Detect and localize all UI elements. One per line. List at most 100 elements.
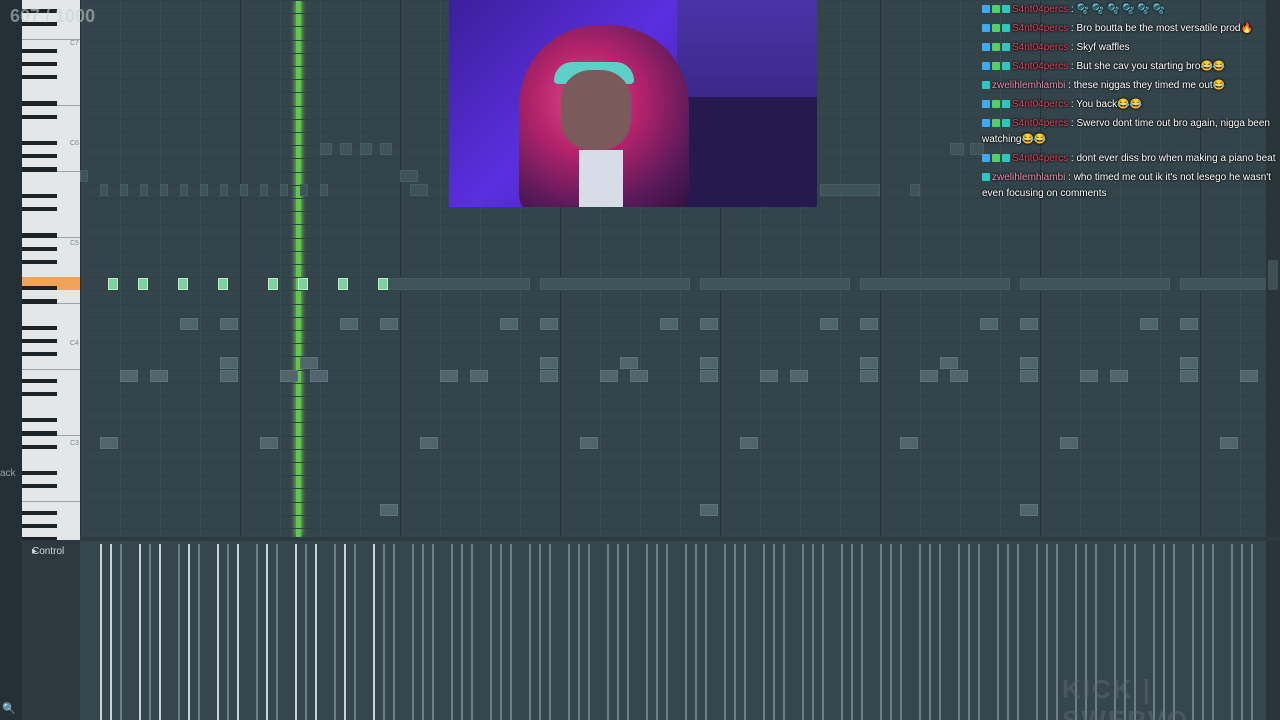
note[interactable] <box>700 370 718 382</box>
velocity-bar[interactable] <box>188 544 190 720</box>
velocity-bar[interactable] <box>178 544 180 720</box>
velocity-bar[interactable] <box>588 544 590 720</box>
note[interactable] <box>630 370 648 382</box>
velocity-bar[interactable] <box>773 544 775 720</box>
note[interactable] <box>860 278 1010 290</box>
velocity-bar[interactable] <box>656 544 658 720</box>
note[interactable] <box>910 184 920 196</box>
velocity-bar[interactable] <box>900 544 902 720</box>
piano-white-key[interactable] <box>22 79 80 94</box>
zoom-icon[interactable]: 🔍 <box>2 702 16 715</box>
velocity-bar[interactable] <box>919 544 921 720</box>
velocity-bar[interactable] <box>802 544 804 720</box>
note[interactable] <box>700 318 718 330</box>
selected-note[interactable] <box>108 278 118 290</box>
note[interactable] <box>1080 370 1098 382</box>
velocity-bar[interactable] <box>432 544 434 720</box>
note[interactable] <box>410 184 428 196</box>
note[interactable] <box>220 184 228 196</box>
velocity-bar[interactable] <box>666 544 668 720</box>
note[interactable] <box>1180 370 1198 382</box>
note[interactable] <box>80 170 88 182</box>
note[interactable] <box>580 437 598 449</box>
note[interactable] <box>320 143 332 155</box>
velocity-bar[interactable] <box>490 544 492 720</box>
piano-white-key[interactable] <box>22 118 80 133</box>
note[interactable] <box>340 143 352 155</box>
velocity-bar[interactable] <box>1036 544 1038 720</box>
note[interactable] <box>180 318 198 330</box>
note[interactable] <box>380 318 398 330</box>
velocity-bar[interactable] <box>334 544 336 720</box>
velocity-bar[interactable] <box>627 544 629 720</box>
chat-username[interactable]: S4nt04percs <box>1012 118 1068 129</box>
velocity-bar[interactable] <box>724 544 726 720</box>
note[interactable] <box>1020 318 1038 330</box>
velocity-bar[interactable] <box>227 544 229 720</box>
note[interactable] <box>500 318 518 330</box>
velocity-bar[interactable] <box>1017 544 1019 720</box>
note[interactable] <box>600 370 618 382</box>
velocity-bar[interactable] <box>1007 544 1009 720</box>
chat-username[interactable]: S4nt04percs <box>1012 153 1068 164</box>
velocity-bar[interactable] <box>890 544 892 720</box>
note[interactable] <box>860 370 878 382</box>
note[interactable] <box>380 504 398 516</box>
note[interactable] <box>320 184 328 196</box>
note[interactable] <box>150 370 168 382</box>
note[interactable] <box>100 184 108 196</box>
piano-white-key[interactable] <box>22 264 80 278</box>
note[interactable] <box>700 278 850 290</box>
chat-username[interactable]: S4nt04percs <box>1012 4 1068 15</box>
velocity-bar[interactable] <box>685 544 687 720</box>
velocity-bar[interactable] <box>1046 544 1048 720</box>
note[interactable] <box>180 184 188 196</box>
note[interactable] <box>380 278 530 290</box>
note[interactable] <box>310 370 328 382</box>
velocity-bar[interactable] <box>695 544 697 720</box>
piano-white-key[interactable] <box>22 171 80 186</box>
note[interactable] <box>300 357 318 369</box>
velocity-bar[interactable] <box>373 544 375 720</box>
note[interactable] <box>140 184 148 196</box>
piano-white-key[interactable] <box>22 448 80 463</box>
velocity-bar[interactable] <box>217 544 219 720</box>
velocity-bar[interactable] <box>978 544 980 720</box>
selected-note[interactable] <box>218 278 228 290</box>
note[interactable] <box>820 184 880 196</box>
velocity-bar[interactable] <box>578 544 580 720</box>
note[interactable] <box>400 170 418 182</box>
note[interactable] <box>920 370 938 382</box>
note[interactable] <box>280 370 298 382</box>
velocity-bar[interactable] <box>237 544 239 720</box>
note[interactable] <box>1020 278 1170 290</box>
chat-username[interactable]: S4nt04percs <box>1012 23 1068 34</box>
note[interactable] <box>120 370 138 382</box>
note[interactable] <box>540 318 558 330</box>
note[interactable] <box>540 357 558 369</box>
velocity-bar[interactable] <box>149 544 151 720</box>
selected-note[interactable] <box>378 278 388 290</box>
velocity-bar[interactable] <box>510 544 512 720</box>
velocity-bar[interactable] <box>383 544 385 720</box>
note[interactable] <box>950 370 968 382</box>
note[interactable] <box>700 504 718 516</box>
velocity-bar[interactable] <box>822 544 824 720</box>
piano-white-key[interactable] <box>22 356 80 371</box>
note[interactable] <box>420 437 438 449</box>
note[interactable] <box>200 184 208 196</box>
note[interactable] <box>660 318 678 330</box>
note[interactable] <box>1020 357 1038 369</box>
note[interactable] <box>100 437 118 449</box>
chat-username[interactable]: S4nt04percs <box>1012 42 1068 53</box>
note[interactable] <box>1180 278 1266 290</box>
velocity-bar[interactable] <box>841 544 843 720</box>
velocity-bar[interactable] <box>256 544 258 720</box>
note[interactable] <box>1110 370 1128 382</box>
velocity-bar[interactable] <box>412 544 414 720</box>
selected-note[interactable] <box>338 278 348 290</box>
control-dropdown-icon[interactable]: ▸ <box>32 546 37 557</box>
velocity-bar[interactable] <box>305 544 307 720</box>
velocity-bar[interactable] <box>646 544 648 720</box>
note[interactable] <box>1140 318 1158 330</box>
